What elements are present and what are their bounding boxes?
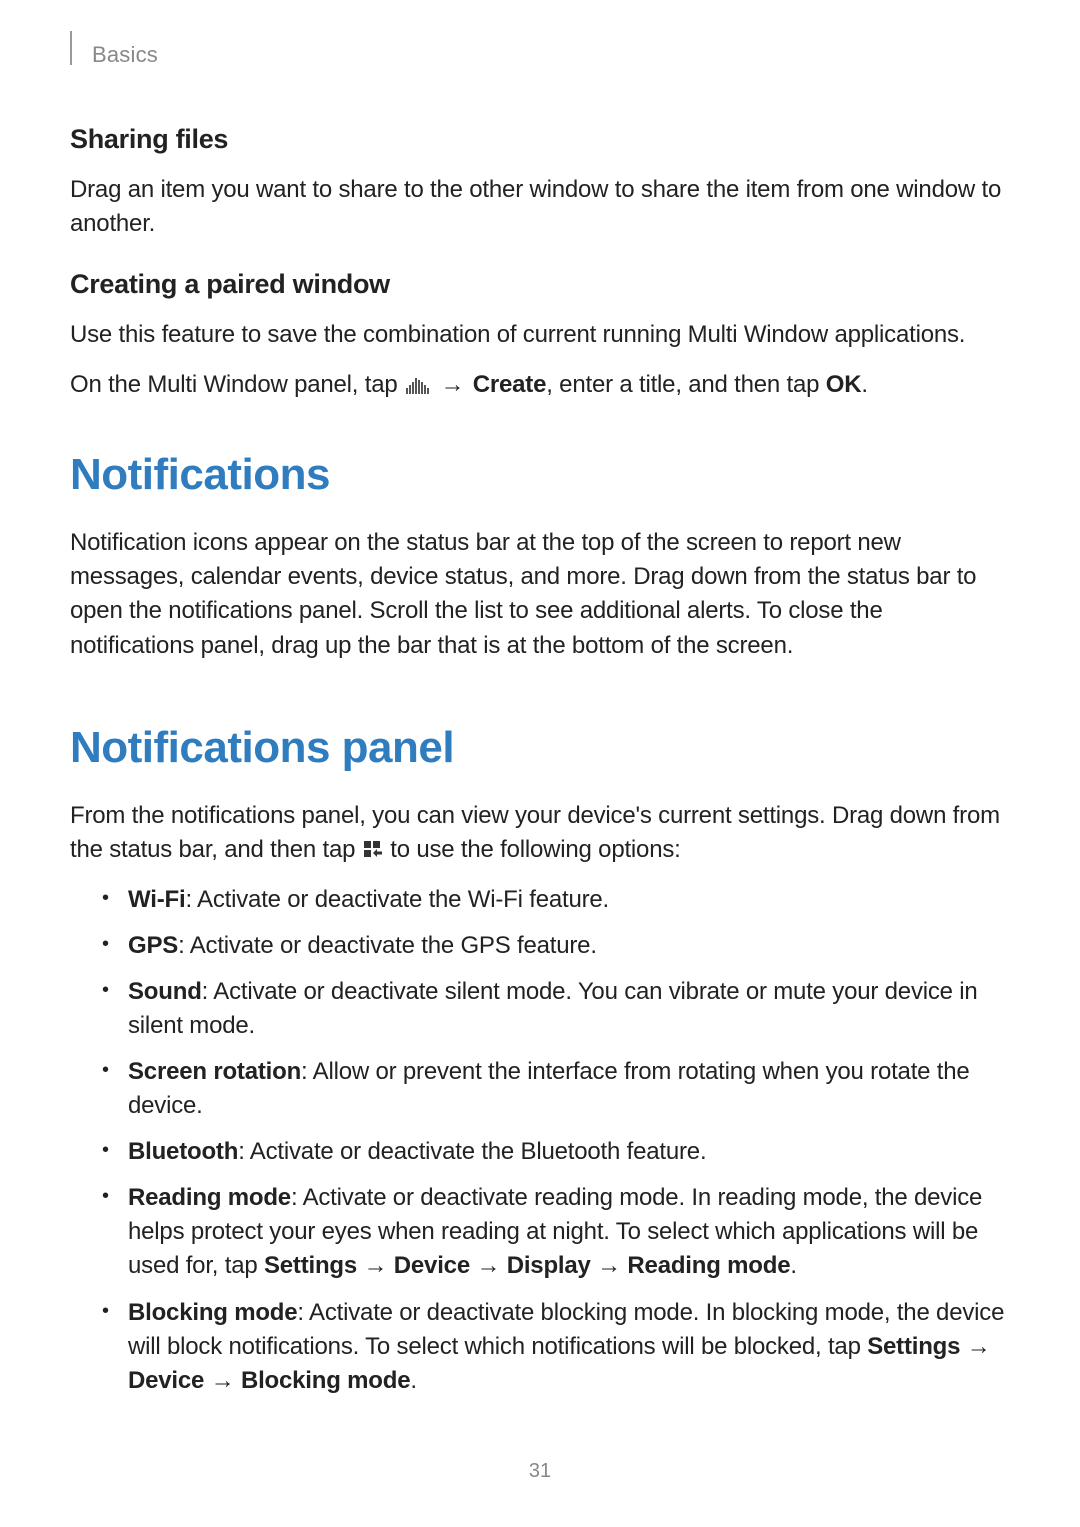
list-item: Bluetooth: Activate or deactivate the Bl… xyxy=(102,1135,1010,1169)
list-item: Reading mode: Activate or deactivate rea… xyxy=(102,1181,1010,1283)
text-fragment: . xyxy=(790,1252,796,1279)
option-term: Bluetooth xyxy=(128,1138,238,1165)
list-item: Sound: Activate or deactivate silent mod… xyxy=(102,975,1010,1043)
breadcrumb: Basics xyxy=(92,42,158,68)
text-fragment: . xyxy=(861,371,867,398)
arrow-icon: → xyxy=(432,371,473,398)
text-bold: Create xyxy=(473,371,547,398)
text-fragment: → xyxy=(204,1367,241,1394)
options-list: Wi-Fi: Activate or deactivate the Wi-Fi … xyxy=(70,883,1010,1398)
text-fragment: , enter a title, and then tap xyxy=(546,371,826,398)
para-paired-window-1: Use this feature to save the combination… xyxy=(70,318,1010,352)
equaliser-icon xyxy=(406,370,430,404)
para-notifications-panel-intro: From the notifications panel, you can vi… xyxy=(70,799,1010,869)
para-sharing-files: Drag an item you want to share to the ot… xyxy=(70,173,1010,241)
heading-paired-window: Creating a paired window xyxy=(70,269,1010,300)
breadcrumb-divider xyxy=(70,31,72,65)
para-notifications: Notification icons appear on the status … xyxy=(70,526,1010,662)
option-term: Reading mode xyxy=(128,1184,291,1211)
option-term: Wi-Fi xyxy=(128,886,185,913)
text-fragment: On the Multi Window panel, tap xyxy=(70,371,404,398)
option-term: GPS xyxy=(128,932,178,959)
option-desc: : Activate or deactivate the Bluetooth f… xyxy=(238,1138,706,1165)
nav-path: Blocking mode xyxy=(241,1367,410,1394)
breadcrumb-wrap: Basics xyxy=(70,42,1010,68)
option-desc: : Activate or deactivate the GPS feature… xyxy=(178,932,597,959)
heading-notifications-panel: Notifications panel xyxy=(70,723,1010,773)
text-fragment: to use the following options: xyxy=(384,836,681,863)
grid-expand-icon xyxy=(364,835,382,869)
option-desc: : Activate or deactivate silent mode. Yo… xyxy=(128,978,978,1039)
list-item: Wi-Fi: Activate or deactivate the Wi-Fi … xyxy=(102,883,1010,917)
text-bold: OK xyxy=(826,371,862,398)
option-term: Sound xyxy=(128,978,202,1005)
para-paired-window-2: On the Multi Window panel, tap → Create,… xyxy=(70,368,1010,404)
option-term: Blocking mode xyxy=(128,1299,297,1326)
option-term: Screen rotation xyxy=(128,1058,301,1085)
heading-notifications: Notifications xyxy=(70,450,1010,500)
list-item: Screen rotation: Allow or prevent the in… xyxy=(102,1055,1010,1123)
heading-sharing-files: Sharing files xyxy=(70,124,1010,155)
list-item: GPS: Activate or deactivate the GPS feat… xyxy=(102,929,1010,963)
option-desc: : Activate or deactivate the Wi-Fi featu… xyxy=(185,886,609,913)
document-page: Basics Sharing files Drag an item you wa… xyxy=(0,0,1080,1398)
content: Sharing files Drag an item you want to s… xyxy=(70,124,1010,1398)
nav-path: Settings → Device → Display → Reading mo… xyxy=(264,1252,790,1279)
list-item: Blocking mode: Activate or deactivate bl… xyxy=(102,1296,1010,1398)
page-number: 31 xyxy=(0,1460,1080,1483)
text-fragment: . xyxy=(410,1367,416,1394)
